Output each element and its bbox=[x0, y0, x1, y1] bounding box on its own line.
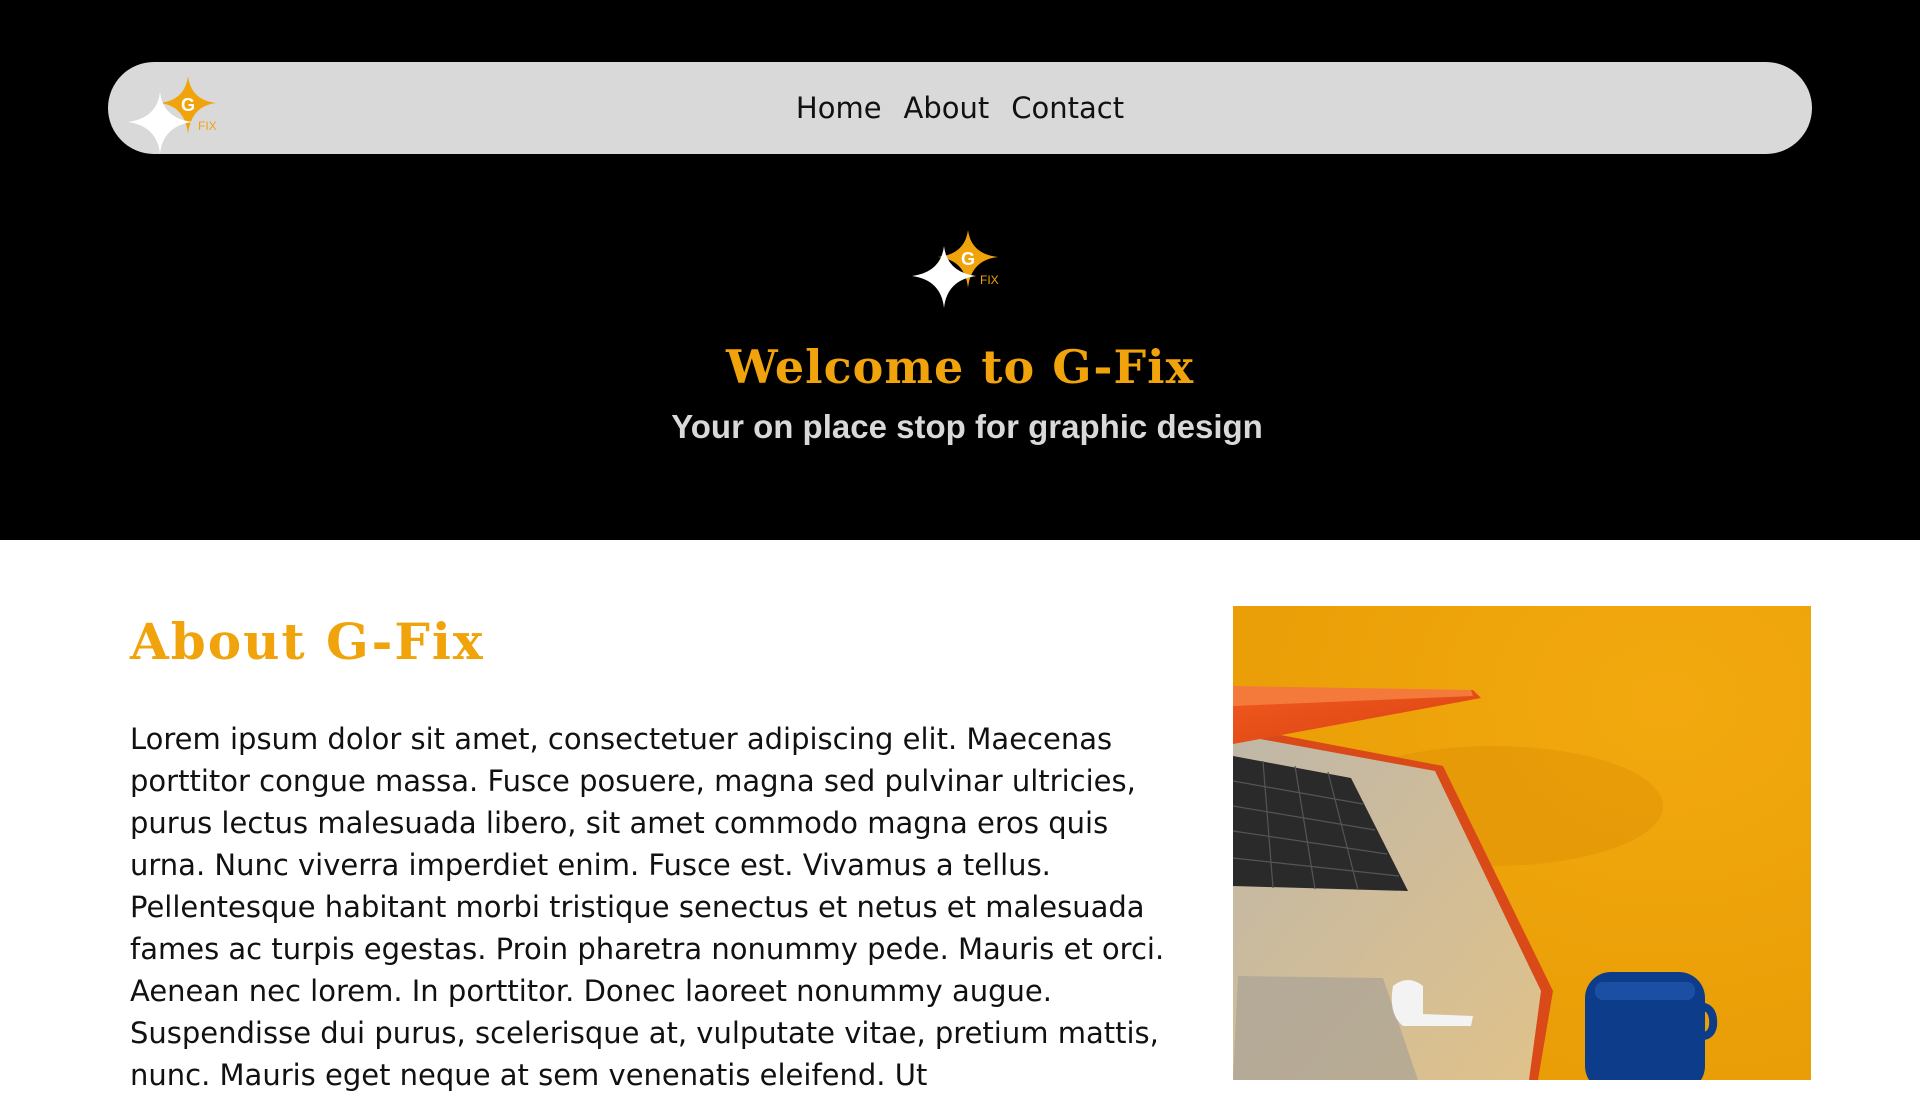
hero-logo-letter: G bbox=[961, 249, 975, 269]
nav-contact-link[interactable]: Contact bbox=[1011, 91, 1124, 125]
about-image bbox=[1233, 606, 1811, 1080]
hero-subtitle: Your on place stop for graphic design bbox=[671, 408, 1263, 445]
about-title: About G-Fix bbox=[130, 612, 485, 671]
about-body: Lorem ipsum dolor sit amet, consectetuer… bbox=[130, 722, 1165, 1092]
nav-home-link[interactable]: Home bbox=[796, 91, 882, 125]
navbar: G FIX Home About Contact bbox=[108, 62, 1812, 154]
nav-links: Home About Contact bbox=[108, 62, 1812, 154]
nav-about-link[interactable]: About bbox=[904, 91, 990, 125]
hero-section: G FIX Home About Contact G FIX Welcome t… bbox=[0, 0, 1920, 540]
laptop-earbuds-illustration bbox=[1233, 606, 1811, 1080]
hero-logo-icon: G FIX bbox=[912, 230, 999, 308]
hero-logo-sub: FIX bbox=[980, 273, 999, 287]
hero-title: Welcome to G-Fix bbox=[725, 340, 1195, 394]
